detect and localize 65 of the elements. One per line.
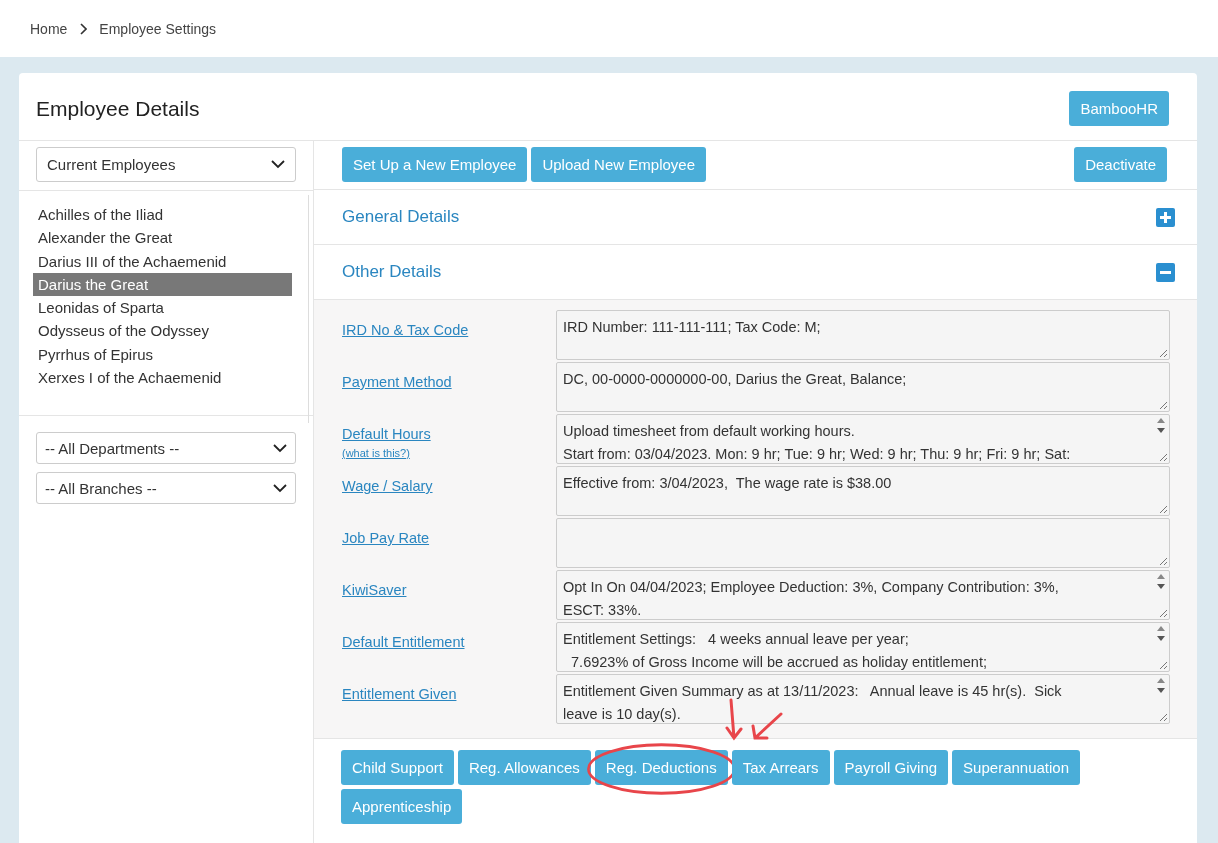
section-title[interactable]: General Details bbox=[342, 207, 460, 227]
text-area[interactable]: Upload timesheet from default working hours. Start from: 03/04/2023. Mon: 9 hr; Tue: 9 hr; Wed: 9 hr; Thu: 9 hr; Fri: 9 hr; Sat: bbox=[556, 414, 1170, 464]
expand-icon[interactable] bbox=[1156, 207, 1175, 227]
panel-title: Employee Details bbox=[36, 96, 200, 121]
toolbar-button[interactable]: Upload New Employee bbox=[531, 147, 706, 182]
chevron-down-icon bbox=[271, 160, 285, 169]
filter-select[interactable]: -- All Departments -- bbox=[36, 432, 296, 464]
scroll-down-icon[interactable] bbox=[1157, 584, 1165, 589]
bamboohr-button[interactable]: BambooHR bbox=[1069, 91, 1169, 126]
field-link[interactable]: KiwiSaver bbox=[342, 582, 556, 598]
action-button[interactable]: Reg. Deductions bbox=[594, 750, 728, 785]
field-link[interactable]: Default Hours bbox=[342, 426, 556, 442]
breadcrumb-link[interactable]: Employee Settings bbox=[99, 20, 217, 37]
scroll-up-icon[interactable] bbox=[1157, 574, 1165, 579]
section-title[interactable]: Other Details bbox=[342, 262, 442, 282]
action-button[interactable]: Payroll Giving bbox=[833, 750, 949, 785]
action-button[interactable]: Apprenticeship bbox=[341, 789, 463, 824]
toolbar-button[interactable]: Set Up a New Employee bbox=[342, 147, 528, 182]
deactivate-button[interactable]: Deactivate bbox=[1074, 147, 1167, 182]
text-area[interactable]: Entitlement Given Summary as at 13/11/2023: Annual leave is 45 hr(s). Sick leave is 10 day(s). bbox=[556, 674, 1170, 724]
scroll-down-icon[interactable] bbox=[1157, 428, 1165, 433]
field-link[interactable]: Wage / Salary bbox=[342, 478, 556, 494]
employee-item[interactable]: Achilles of the Iliad bbox=[33, 203, 292, 227]
resize-handle-icon[interactable] bbox=[1159, 557, 1167, 565]
text-area[interactable]: Effective from: 3/04/2023, The wage rate is $38.00 bbox=[556, 466, 1170, 516]
employee-item[interactable]: Pyrrhus of Epirus bbox=[33, 342, 292, 367]
action-button[interactable]: Reg. Allowances bbox=[457, 750, 591, 785]
employee-item[interactable]: Leonidas of Sparta bbox=[33, 296, 292, 320]
action-button[interactable]: Superannuation bbox=[952, 750, 1081, 785]
resize-handle-icon[interactable] bbox=[1159, 505, 1167, 513]
employee-item[interactable]: Odysseus of the Odyssey bbox=[33, 319, 292, 343]
chevron-right-icon bbox=[79, 22, 88, 35]
action-button[interactable]: Child Support bbox=[341, 750, 454, 785]
field-link[interactable]: IRD No & Tax Code bbox=[342, 322, 556, 338]
text-area[interactable]: Entitlement Settings: 4 weeks annual leave per year; 7.6923% of Gross Income will be accrued as holiday entitlement; bbox=[556, 622, 1170, 672]
employee-item[interactable]: Darius the Great bbox=[33, 272, 292, 297]
chevron-down-icon bbox=[273, 443, 287, 453]
text-area[interactable]: Opt In On 04/04/2023; Employee Deduction: 3%, Company Contribution: 3%, ESCT: 33%. bbox=[556, 570, 1170, 620]
resize-handle-icon[interactable] bbox=[1159, 453, 1167, 461]
scroll-down-icon[interactable] bbox=[1157, 636, 1165, 641]
field-link[interactable]: Entitlement Given bbox=[342, 686, 556, 702]
scroll-up-icon[interactable] bbox=[1157, 626, 1165, 631]
filter-select[interactable]: -- All Branches -- bbox=[36, 472, 296, 504]
chevron-down-icon bbox=[273, 483, 287, 493]
employee-item[interactable]: Alexander the Great bbox=[33, 226, 292, 250]
resize-handle-icon[interactable] bbox=[1159, 349, 1167, 357]
text-area[interactable]: IRD Number: 111-111-111; Tax Code: M; bbox=[556, 310, 1170, 360]
breadcrumb-link[interactable]: Home bbox=[30, 20, 68, 37]
employee-filter-select[interactable]: Current Employees bbox=[36, 147, 296, 182]
field-link[interactable]: Default Entitlement bbox=[342, 634, 556, 650]
employee-item[interactable]: Darius III of the Achaemenid bbox=[33, 249, 292, 273]
resize-handle-icon[interactable] bbox=[1159, 609, 1167, 617]
field-link[interactable]: Payment Method bbox=[342, 374, 556, 390]
resize-handle-icon[interactable] bbox=[1159, 713, 1167, 721]
resize-handle-icon[interactable] bbox=[1159, 661, 1167, 669]
scroll-up-icon[interactable] bbox=[1157, 418, 1165, 423]
action-button[interactable]: Tax Arrears bbox=[731, 750, 830, 785]
employee-item[interactable]: Xerxes I of the Achaemenid bbox=[33, 366, 292, 390]
text-area[interactable]: DC, 00-0000-0000000-00, Darius the Great, Balance; bbox=[556, 362, 1170, 412]
collapse-icon[interactable] bbox=[1156, 262, 1175, 282]
scroll-down-icon[interactable] bbox=[1157, 688, 1165, 693]
field-link[interactable]: Job Pay Rate bbox=[342, 530, 556, 546]
scroll-up-icon[interactable] bbox=[1157, 678, 1165, 683]
help-link[interactable]: (what is this?) bbox=[342, 447, 556, 459]
resize-handle-icon[interactable] bbox=[1159, 401, 1167, 409]
